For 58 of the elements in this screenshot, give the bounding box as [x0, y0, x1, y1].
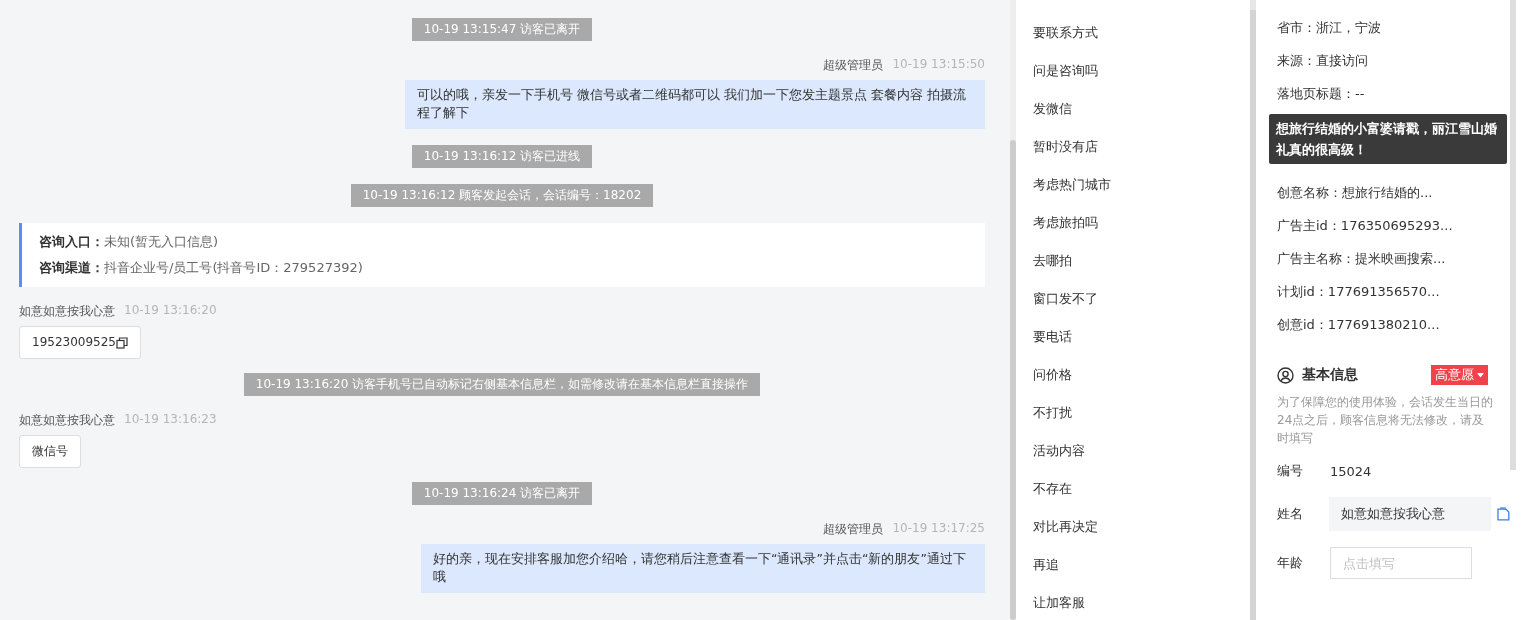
message-time: 10-19 13:16:23 — [124, 412, 217, 428]
message-text: 19523009525 — [32, 334, 116, 351]
quick-reply-item[interactable]: 对比再决定 — [1016, 508, 1250, 546]
field-value: 15024 — [1330, 463, 1372, 479]
detail-row-text: 来源：直接访问 — [1277, 52, 1369, 70]
sender-name: 如意如意按我心意 — [19, 303, 115, 320]
info-label: 咨询渠道： — [39, 260, 104, 275]
quick-reply-item[interactable]: 发微信 — [1016, 90, 1250, 128]
message-time: 10-19 13:17:25 — [892, 521, 985, 537]
detail-row-text: 落地页标题：-- — [1277, 85, 1366, 103]
system-notice: 10-19 13:16:20 访客手机号已自动标记右侧基本信息栏，如需修改请在基本信息栏直接操作 — [243, 373, 761, 396]
field-label: 年龄 — [1277, 554, 1304, 572]
copy-icon[interactable] — [116, 336, 128, 349]
message-time: 10-19 13:15:50 — [892, 57, 985, 73]
quick-reply-item[interactable]: 窗口发不了 — [1016, 280, 1250, 318]
detail-row-text: 创意名称：想旅行结婚的... — [1277, 184, 1434, 202]
detail-row-text: 广告主id：176350695293... — [1277, 217, 1454, 235]
age-field[interactable]: 点击填写 — [1330, 547, 1472, 579]
sender-name: 超级管理员 — [823, 521, 884, 538]
quick-reply-item[interactable]: 考虑热门城市 — [1016, 166, 1250, 204]
caret-icon — [1477, 372, 1484, 378]
notice-text: 为了保障您的使用体验，会话发生当日的24点之后，顾客信息将无法修改，请及时填写 — [1277, 394, 1493, 447]
message-bubble: 好的亲，现在安排客服加您介绍哈，请您稍后注意查看一下“通讯录”并点击“新的朋友”通过下哦 — [421, 544, 985, 593]
info-value: 未知(暂无入口信息) — [104, 234, 219, 249]
intent-dropdown[interactable]: 高意愿 — [1431, 365, 1488, 385]
user-icon — [1277, 366, 1294, 384]
quick-reply-item[interactable]: 不打扰 — [1016, 394, 1250, 432]
quick-reply-item[interactable]: 问价格 — [1016, 356, 1250, 394]
quick-reply-item[interactable]: 要联系方式 — [1016, 14, 1250, 52]
sender-name: 超级管理员 — [823, 57, 884, 74]
system-notice: 10-19 13:16:12 访客已进线 — [411, 145, 593, 168]
message-text: 微信号 — [32, 443, 68, 460]
detail-row-text: 创意id：177691380210... — [1277, 316, 1441, 334]
quick-reply-item[interactable]: 要电话 — [1016, 318, 1250, 356]
info-value: 抖音企业号/员工号(抖音号ID：279527392) — [104, 260, 363, 275]
field-label: 姓名 — [1277, 505, 1304, 523]
message-bubble: 可以的哦，亲发一下手机号 微信号或者二维码都可以 我们加一下您发主题景点 套餐内容 拍摄流程了解下 — [405, 80, 985, 129]
system-notice: 10-19 13:16:12 顾客发起会话，会话编号：18202 — [350, 184, 654, 207]
sender-name: 如意如意按我心意 — [19, 412, 115, 429]
quick-reply-item[interactable]: 问是咨询吗 — [1016, 52, 1250, 90]
quick-reply-item[interactable]: 去哪拍 — [1016, 242, 1250, 280]
quick-reply-item[interactable]: 活动内容 — [1016, 432, 1250, 470]
quick-reply-item[interactable]: 再追 — [1016, 546, 1250, 584]
quick-reply-item[interactable]: 考虑旅拍吗 — [1016, 204, 1250, 242]
detail-row-text: 省市：浙江，宁波 — [1277, 19, 1382, 37]
message-time: 10-19 13:16:20 — [124, 303, 217, 319]
quick-reply-item[interactable]: 不存在 — [1016, 470, 1250, 508]
field-label: 编号 — [1277, 462, 1304, 480]
section-title: 基本信息 — [1302, 366, 1359, 384]
detail-row-text: 计划id：177691356570... — [1277, 283, 1441, 301]
quick-reply-item[interactable]: 暂时没有店 — [1016, 128, 1250, 166]
info-label: 咨询入口： — [39, 234, 104, 249]
system-notice: 10-19 13:15:47 访客已离开 — [411, 18, 593, 41]
detail-row-text: 广告主名称：提米映画搜索... — [1277, 250, 1447, 268]
quick-reply-item[interactable]: 让加客服 — [1016, 584, 1250, 620]
system-notice: 10-19 13:16:24 访客已离开 — [411, 482, 593, 505]
tooltip: 想旅行结婚的小富婆请戳，丽江雪山婚礼真的很高级！ — [1269, 114, 1507, 164]
name-field[interactable]: 如意如意按我心意 — [1329, 497, 1492, 531]
